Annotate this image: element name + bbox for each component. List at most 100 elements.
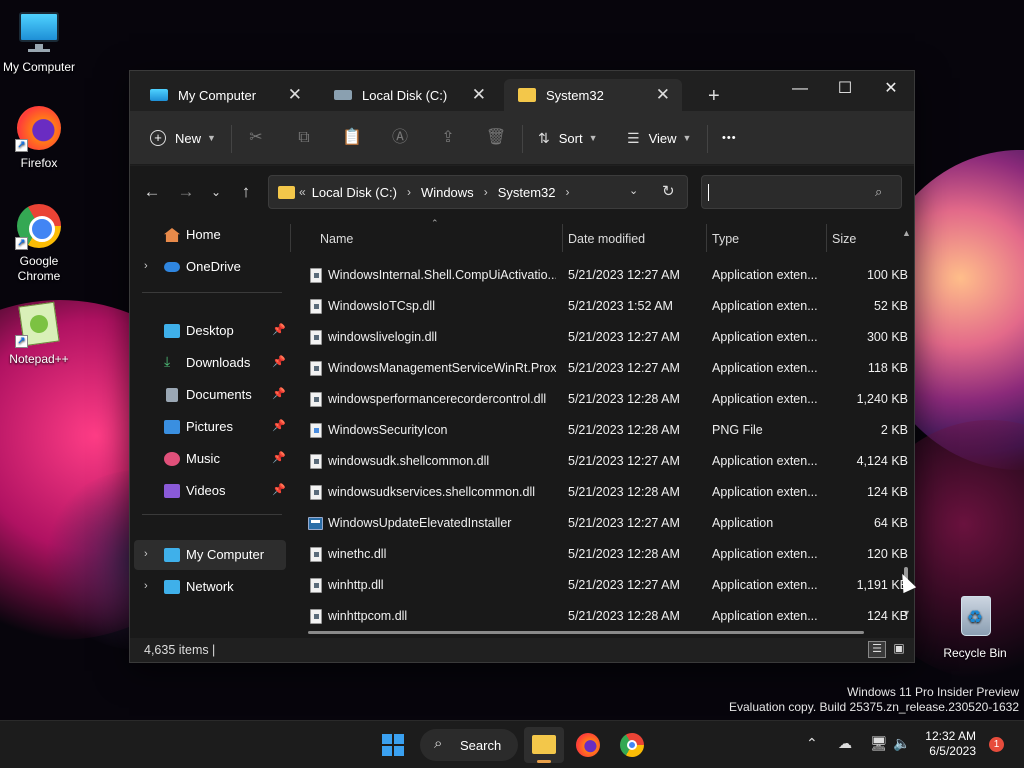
column-header-date-modified[interactable]: Date modified	[568, 225, 645, 253]
new-tab-button[interactable]: +	[708, 85, 720, 108]
overflow-crumb[interactable]: «	[299, 185, 306, 199]
desktop-icon-recycle-bin[interactable]: Recycle Bin	[937, 594, 1013, 660]
taskbar-chrome[interactable]	[612, 727, 652, 763]
file-row[interactable]: winethc.dll 5/21/2023 12:28 AM Application…	[308, 539, 908, 570]
nav-item-music[interactable]: Music 📌	[134, 444, 286, 474]
forward-button[interactable]: →	[174, 180, 198, 204]
clock[interactable]: 12:32 AM 6/5/2023	[925, 729, 976, 759]
file-row[interactable]: winhttp.dll 5/21/2023 12:27 AM Application…	[308, 570, 908, 601]
desktop-icon-firefox[interactable]: ↗ Firefox	[1, 104, 77, 170]
show-hidden-icons-button[interactable]: ⌃	[806, 735, 818, 752]
copy-icon[interactable]: ⧉	[293, 127, 315, 149]
tab-my-computer[interactable]: My Computer ✕	[136, 79, 314, 111]
breadcrumb-separator[interactable]: ›	[484, 185, 488, 199]
file-row[interactable]: WindowsInternal.Shell.CompUiActivatio...…	[308, 260, 908, 291]
file-row[interactable]: WindowsSecurityIcon 5/21/2023 12:28 AM PNG…	[308, 415, 908, 446]
refresh-icon[interactable]: ↻	[662, 182, 675, 200]
file-row[interactable]: windowslivelogin.dll 5/21/2023 12:27 AM Ap…	[308, 322, 908, 353]
nav-item-documents[interactable]: Documents 📌	[134, 380, 286, 410]
file-row[interactable]: winhttpcom.dll 5/21/2023 12:28 AM Applicat…	[308, 601, 908, 632]
file-name: WindowsUpdateElevatedInstaller	[328, 516, 512, 530]
onedrive-offline-icon[interactable]: ☁	[838, 735, 852, 752]
file-row[interactable]: WindowsIoTCsp.dll 5/21/2023 1:52 AM Applic…	[308, 291, 908, 322]
desktop-icon-notepad-plus-plus[interactable]: ↗ Notepad++	[1, 300, 77, 366]
pin-icon[interactable]: 📌	[272, 387, 286, 400]
column-header-type[interactable]: Type	[712, 225, 739, 253]
file-row[interactable]: WindowsUpdateElevatedInstaller 5/21/2023 …	[308, 508, 908, 539]
notification-badge[interactable]: 1	[989, 737, 1004, 752]
start-button[interactable]	[382, 734, 404, 756]
desktop-icon-label: Notepad++	[9, 352, 69, 366]
close-window-button[interactable]: ✕	[868, 75, 914, 103]
desktop-icon-my-computer[interactable]: My Computer	[1, 8, 77, 74]
nav-item-downloads[interactable]: ⤓ Downloads 📌	[134, 348, 286, 378]
nav-item-my-computer[interactable]: › My Computer	[134, 540, 286, 570]
file-row[interactable]: windowsudk.shellcommon.dll 5/21/2023 12:2…	[308, 446, 908, 477]
desktop-icon-chrome[interactable]: ↗ Google Chrome	[1, 202, 77, 284]
pin-icon[interactable]: 📌	[272, 419, 286, 432]
taskbar-file-explorer[interactable]	[524, 727, 564, 763]
back-button[interactable]: ←	[140, 180, 164, 204]
breadcrumb-separator[interactable]: ›	[407, 185, 411, 199]
view-button[interactable]: ☰ View ▼	[627, 126, 691, 150]
nav-item-network[interactable]: › Network	[134, 572, 286, 602]
file-row[interactable]: windowsudkservices.shellcommon.dll 5/21/2…	[308, 477, 908, 508]
nav-item-videos[interactable]: Videos 📌	[134, 476, 286, 506]
taskbar-firefox[interactable]	[568, 727, 608, 763]
firefox-icon	[576, 733, 600, 757]
close-tab-icon[interactable]: ✕	[472, 85, 486, 105]
pin-icon[interactable]: 📌	[272, 355, 286, 368]
file-row[interactable]: WindowsManagementServiceWinRt.Prox... 5/2…	[308, 353, 908, 384]
breadcrumb-windows[interactable]: Windows	[421, 185, 474, 200]
nav-item-desktop[interactable]: Desktop 📌	[134, 316, 286, 346]
status-bar: 4,635 items | ☰ ▣	[130, 638, 914, 662]
search-input[interactable]: ⌕	[701, 175, 902, 209]
recent-locations-button[interactable]: ⌄	[204, 180, 228, 204]
address-dropdown-icon[interactable]: ⌄	[629, 184, 638, 197]
rename-icon[interactable]: Ⓐ	[389, 127, 411, 149]
chevron-right-icon[interactable]: ›	[144, 548, 148, 560]
tiles-view-button[interactable]: ▣	[890, 641, 908, 658]
more-options-button[interactable]: •••	[722, 126, 737, 150]
network-icon[interactable]: 🖥	[870, 735, 888, 752]
nav-item-home[interactable]: Home	[134, 220, 286, 250]
horizontal-scrollbar[interactable]	[308, 631, 864, 634]
chevron-right-icon[interactable]: ›	[144, 260, 148, 272]
nav-label: Music	[186, 451, 220, 466]
file-row[interactable]: windowsperformancerecordercontrol.dll 5/2…	[308, 384, 908, 415]
column-header-name[interactable]: Name	[320, 225, 353, 253]
breadcrumb-local-disk[interactable]: Local Disk (C:)	[312, 185, 397, 200]
paste-icon[interactable]: 📋	[341, 127, 363, 149]
search-label: Search	[460, 738, 502, 753]
close-tab-icon[interactable]: ✕	[656, 85, 670, 105]
column-header-size[interactable]: Size	[832, 225, 856, 253]
nav-item-pictures[interactable]: Pictures 📌	[134, 412, 286, 442]
details-view-button[interactable]: ☰	[868, 641, 886, 658]
tab-local-disk[interactable]: Local Disk (C:) ✕	[320, 79, 498, 111]
maximize-button[interactable]: ☐	[822, 75, 868, 103]
file-date-modified: 5/21/2023 12:28 AM	[568, 485, 680, 499]
nav-item-onedrive[interactable]: › OneDrive	[134, 252, 286, 282]
pin-icon[interactable]: 📌	[272, 483, 286, 496]
chevron-right-icon[interactable]: ›	[144, 580, 148, 592]
sort-button[interactable]: ⇅ Sort ▼	[538, 126, 598, 150]
volume-icon[interactable]: 🔈	[893, 735, 910, 752]
share-icon[interactable]: ⇪	[437, 127, 459, 149]
dll-file-icon	[310, 392, 322, 407]
desktop-icon-label: My Computer	[2, 60, 76, 74]
delete-icon[interactable]: 🗑	[485, 127, 507, 149]
pin-icon[interactable]: 📌	[272, 323, 286, 336]
address-bar[interactable]: « Local Disk (C:) › Windows › System32 ›…	[268, 175, 688, 209]
new-button[interactable]: + New ▼	[150, 126, 216, 150]
close-tab-icon[interactable]: ✕	[288, 85, 302, 105]
taskbar-search-button[interactable]: ⌕ Search	[420, 729, 518, 761]
breadcrumb-system32[interactable]: System32	[498, 185, 556, 200]
file-size: 100 KB	[866, 268, 908, 282]
cut-icon[interactable]: ✂	[245, 127, 267, 149]
minimize-button[interactable]: —	[777, 75, 823, 103]
up-button[interactable]: ↑	[234, 180, 258, 204]
pin-icon[interactable]: 📌	[272, 451, 286, 464]
tab-system32[interactable]: System32 ✕	[504, 79, 682, 111]
scroll-up-arrow[interactable]: ▲	[902, 228, 911, 238]
breadcrumb-separator[interactable]: ›	[566, 185, 570, 199]
